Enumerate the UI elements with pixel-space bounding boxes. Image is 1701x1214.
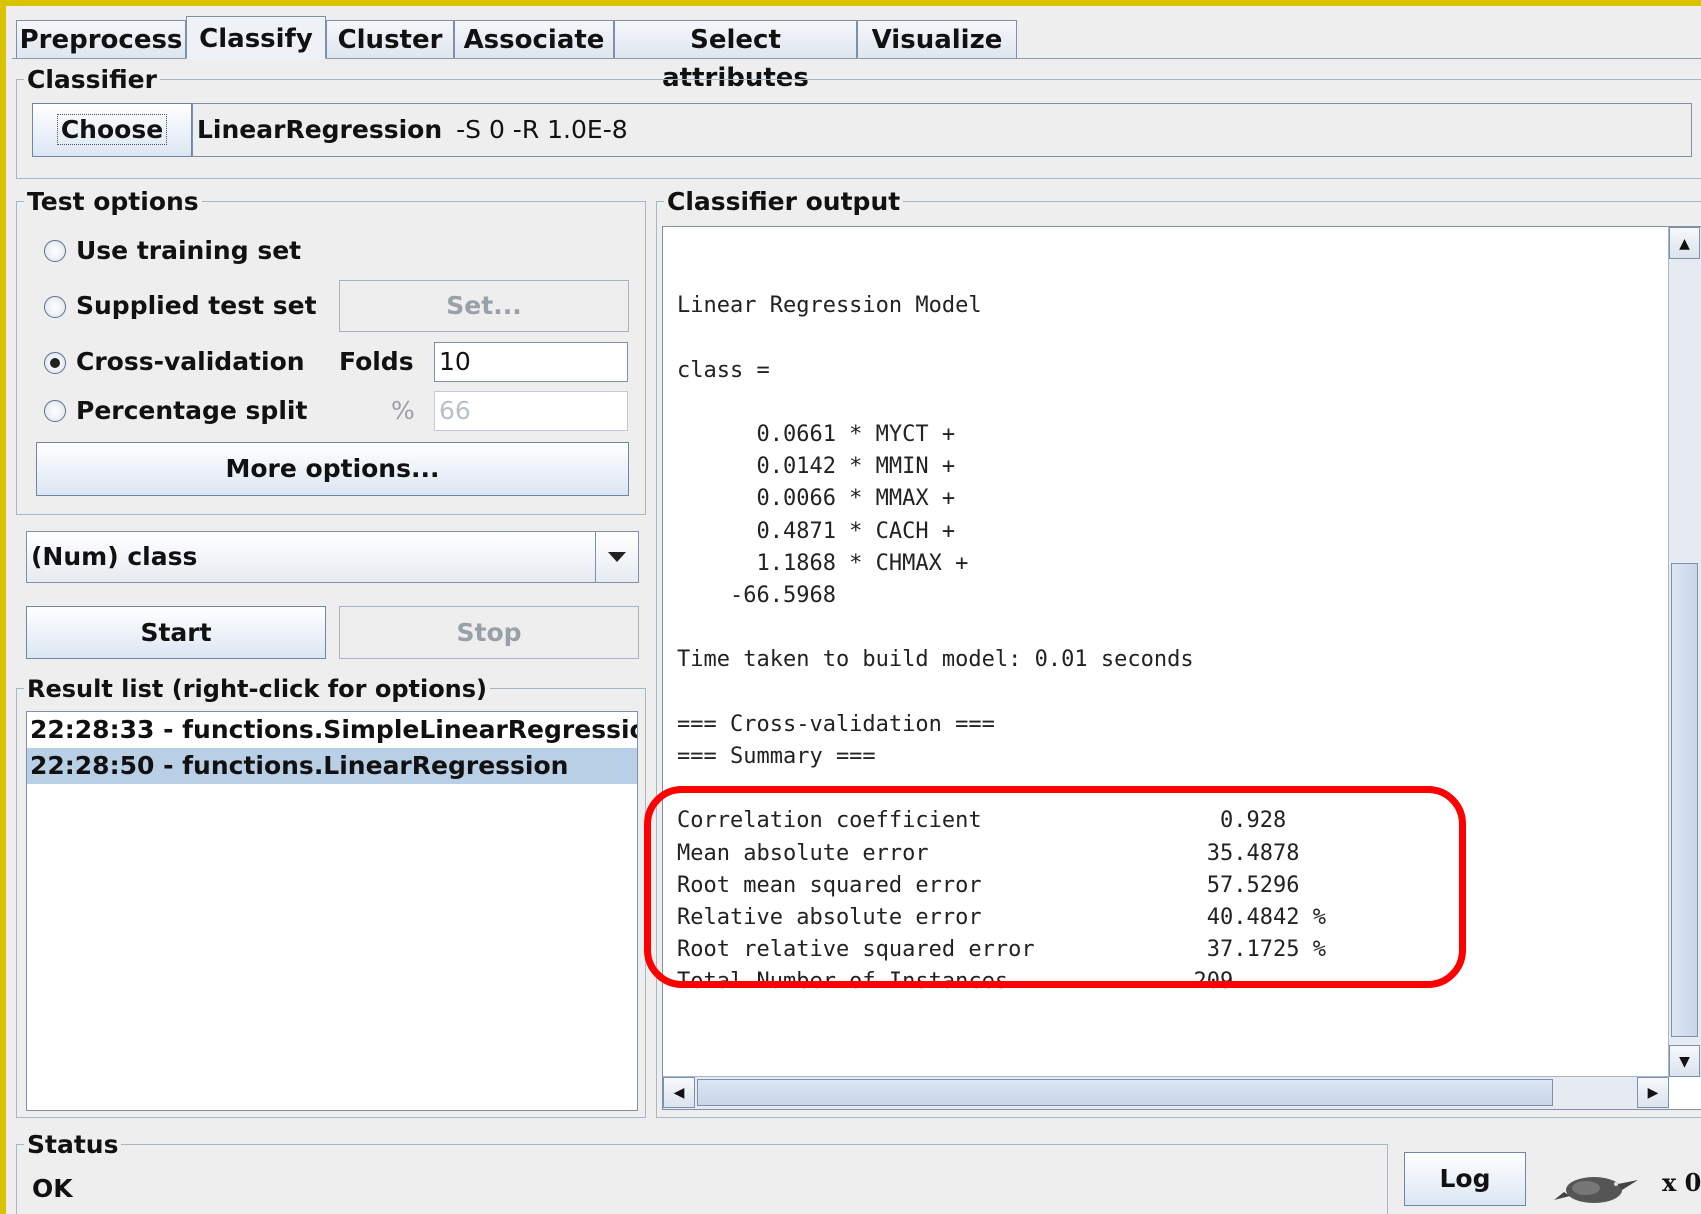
cross-validation-label: Cross-validation (76, 347, 305, 376)
output-line: 0.0661 * MYCT + (677, 422, 956, 447)
status-title: Status (24, 1131, 122, 1159)
tab-preprocess[interactable]: Preprocess (16, 20, 186, 58)
output-line: 1.1868 * CHMAX + (677, 550, 969, 576)
tab-cluster[interactable]: Cluster (326, 20, 454, 58)
vertical-scrollbar[interactable]: ▲ ▼ (1668, 227, 1701, 1077)
scroll-down-icon[interactable]: ▼ (1669, 1045, 1700, 1077)
folds-label: Folds (339, 347, 414, 376)
classifier-args: -S 0 -R 1.0E-8 (456, 115, 628, 144)
tab-select-attributes[interactable]: Select attributes (614, 20, 857, 93)
output-line: 0.4871 * CACH + (677, 518, 956, 544)
weka-explorer-window: Preprocess Classify Cluster Associate Se… (0, 0, 1701, 1214)
result-list-title: Result list (right-click for options) (24, 675, 491, 703)
percent-input[interactable]: 66 (434, 391, 628, 431)
output-line: -66.5968 (677, 583, 836, 608)
task-count: x 0 (1662, 1168, 1701, 1197)
test-options-title: Test options (24, 188, 202, 216)
use-training-radio[interactable] (44, 240, 66, 262)
status-text: OK (32, 1174, 73, 1203)
chevron-down-icon[interactable] (595, 532, 638, 582)
scroll-up-icon[interactable]: ▲ (1669, 227, 1700, 259)
tab-associate[interactable]: Associate (454, 20, 614, 58)
tab-classify[interactable]: Classify (186, 16, 326, 59)
highlight-annotation (644, 786, 1466, 988)
supplied-test-label: Supplied test set (76, 291, 317, 320)
scroll-right-icon[interactable]: ▶ (1637, 1077, 1669, 1108)
output-line: Linear Regression Model (677, 293, 982, 319)
class-select-value: (Num) class (31, 542, 198, 571)
scroll-left-icon[interactable]: ◀ (663, 1077, 695, 1108)
classifier-output-title: Classifier output (664, 188, 904, 216)
more-options-button[interactable]: More options... (36, 442, 629, 496)
supplied-test-radio[interactable] (44, 296, 66, 318)
tab-bar: Preprocess Classify Cluster Associate Se… (12, 14, 1701, 93)
classifier-group-title: Classifier (24, 66, 160, 94)
output-line: === Cross-validation === (677, 711, 995, 737)
classifier-name: LinearRegression (197, 115, 443, 144)
result-list-item[interactable]: 22:28:33 - functions.SimpleLinearRegress… (27, 712, 637, 748)
horizontal-scroll-thumb[interactable] (697, 1079, 1553, 1106)
vertical-scroll-thumb[interactable] (1671, 563, 1698, 1037)
output-line: class = (677, 357, 770, 383)
set-button[interactable]: Set... (339, 280, 629, 332)
choose-label: Choose (56, 114, 168, 145)
log-button[interactable]: Log (1404, 1152, 1526, 1206)
result-list-item-selected[interactable]: 22:28:50 - functions.LinearRegression (27, 748, 637, 784)
status-group (16, 1144, 1388, 1214)
weka-bird-icon (1554, 1166, 1638, 1210)
folds-input[interactable]: 10 (434, 342, 628, 382)
percentage-split-label: Percentage split (76, 396, 308, 425)
output-line: 0.0142 * MMIN + (677, 454, 956, 480)
percent-symbol: % (391, 396, 415, 425)
choose-button[interactable]: Choose (32, 103, 192, 157)
use-training-label: Use training set (76, 236, 302, 265)
output-line: 0.0066 * MMAX + (677, 486, 956, 512)
stop-button[interactable]: Stop (339, 606, 639, 659)
output-line: Time taken to build model: 0.01 seconds (677, 647, 1194, 673)
result-list[interactable]: 22:28:33 - functions.SimpleLinearRegress… (26, 711, 638, 1111)
percentage-split-radio[interactable] (44, 400, 66, 422)
start-button[interactable]: Start (26, 606, 326, 659)
horizontal-scrollbar[interactable]: ◀ ▶ (663, 1076, 1669, 1109)
output-line: === Summary === (677, 744, 876, 769)
class-select[interactable]: (Num) class (26, 531, 639, 583)
cross-validation-radio[interactable] (44, 352, 66, 374)
tab-visualize[interactable]: Visualize (857, 20, 1017, 58)
classifier-config-field[interactable]: LinearRegression -S 0 -R 1.0E-8 (192, 103, 1692, 157)
